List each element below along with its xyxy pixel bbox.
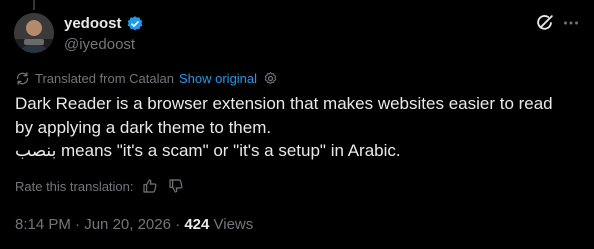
tweet-text-line-3: بنصب means "it's a scam" or "it's a setu… — [15, 139, 580, 163]
views-count[interactable]: 424 — [184, 216, 209, 233]
meta-separator: · — [70, 216, 85, 233]
thumbs-up-icon[interactable] — [142, 178, 158, 194]
tweet-body: Dark Reader is a browser extension that … — [15, 92, 580, 163]
author-display-name[interactable]: yedoost — [64, 14, 122, 34]
show-original-link[interactable]: Show original — [179, 71, 257, 86]
meta-separator: · — [170, 216, 185, 233]
tweet-text-line-1: Dark Reader is a browser extension that … — [15, 94, 553, 113]
avatar[interactable] — [14, 13, 54, 53]
views-label: Views — [209, 216, 254, 233]
more-dots-icon[interactable] — [560, 12, 582, 34]
translation-info-row: Translated from Catalan Show original — [15, 69, 278, 87]
tweet-date[interactable]: Jun 20, 2026 — [84, 216, 171, 233]
translate-icon — [15, 71, 30, 86]
tweet-time[interactable]: 8:14 PM — [15, 216, 71, 233]
rate-translation-label: Rate this translation: — [15, 178, 134, 194]
settings-gear-icon[interactable] — [263, 71, 278, 86]
rate-translation-row: Rate this translation: — [15, 177, 184, 195]
thread-connector-line — [33, 0, 35, 10]
arabic-word: بنصب — [15, 141, 57, 160]
thumbs-down-icon[interactable] — [168, 178, 184, 194]
author-handle[interactable]: @iyedoost — [64, 35, 135, 55]
tweet-text-line-2: by applying a dark theme to them. — [15, 117, 272, 137]
tweet-text-line-3-rest: means "it's a scam" or "it's a setup" in… — [56, 141, 401, 160]
tweet-meta: 8:14 PM · Jun 20, 2026 · 424 Views — [15, 215, 253, 235]
grok-icon[interactable] — [534, 12, 556, 34]
verified-badge-icon[interactable] — [126, 15, 144, 33]
translated-from-label: Translated from Catalan — [35, 70, 174, 86]
author-name-row: yedoost — [64, 14, 144, 34]
